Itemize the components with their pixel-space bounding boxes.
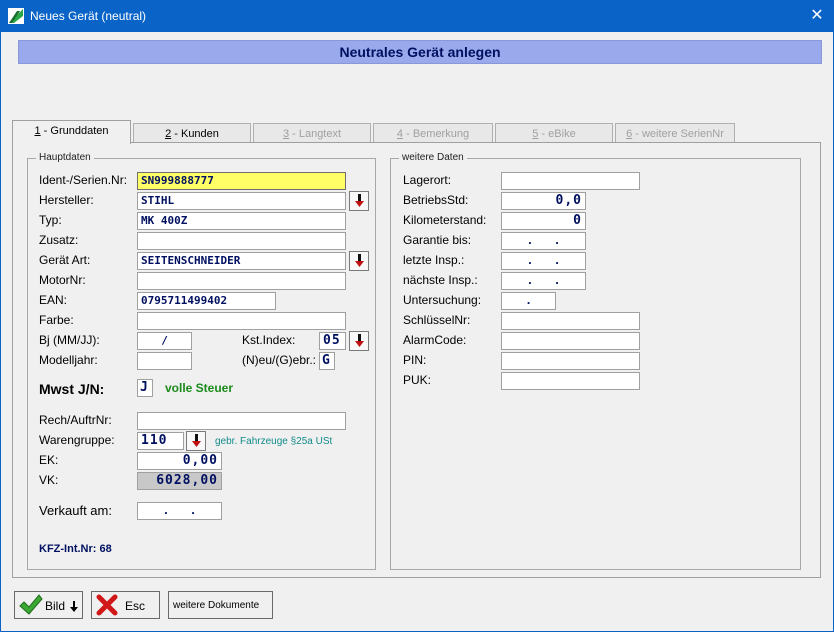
rech-input[interactable] (137, 412, 346, 430)
tab-grunddaten[interactable]: 1 - Grunddaten (12, 120, 131, 144)
typ-input[interactable]: MK 400Z (137, 212, 346, 230)
warengruppe-note: gebr. Fahrzeuge §25a USt (215, 436, 333, 447)
esc-button[interactable]: Esc (91, 591, 160, 619)
tab-ebike[interactable]: 5 - eBike (495, 123, 613, 143)
garantie-input[interactable]: . . (501, 232, 586, 250)
ident-input[interactable]: SN999888777 (137, 172, 346, 190)
letzte-insp-label: letzte Insp.: (403, 253, 465, 267)
esc-label: Esc (125, 599, 146, 613)
arrow-down-icon (355, 334, 364, 347)
modelljahr-input[interactable] (137, 352, 192, 370)
motornr-input[interactable] (137, 272, 346, 290)
tab-label: - Grunddaten (40, 125, 109, 137)
schluesselnr-input[interactable] (501, 312, 640, 330)
ek-input[interactable]: 0,00 (137, 452, 222, 470)
hersteller-input[interactable]: STIHL (137, 192, 346, 210)
neu-gebr-label: (N)eu/(G)ebr.: (242, 353, 317, 367)
tab-bemerkung[interactable]: 4 - Bemerkung (373, 123, 493, 143)
arrow-down-icon (70, 601, 78, 612)
hersteller-dropdown-button[interactable] (349, 191, 369, 211)
kilometerstand-label: Kilometerstand: (403, 213, 487, 227)
warengruppe-label: Warengruppe: (39, 433, 115, 447)
untersuchung-label: Untersuchung: (403, 293, 482, 307)
tab-label: - weitere SerienNr (632, 128, 724, 140)
weitere-dokumente-button[interactable]: weitere Dokumente (168, 591, 273, 619)
geraet-art-input[interactable]: SEITENSCHNEIDER (137, 252, 346, 270)
geraet-art-dropdown-button[interactable] (349, 251, 369, 271)
farbe-input[interactable] (137, 312, 346, 330)
verkauft-input[interactable]: . . (137, 502, 222, 520)
app-logo-icon (8, 8, 24, 24)
farbe-label: Farbe: (39, 313, 74, 327)
schluesselnr-label: SchlüsselNr: (403, 313, 471, 327)
modelljahr-label: Modelljahr: (39, 353, 98, 367)
tab-label: - Kunden (171, 128, 219, 140)
cancel-x-icon (96, 594, 118, 616)
lagerort-label: Lagerort: (403, 173, 452, 187)
tab-langtext[interactable]: 3 - Langtext (253, 123, 371, 143)
naechste-insp-label: nächste Insp.: (403, 273, 478, 287)
alarmcode-label: AlarmCode: (403, 333, 467, 347)
window-title: Neues Gerät (neutral) (30, 9, 147, 23)
zusatz-input[interactable] (137, 232, 346, 250)
typ-label: Typ: (39, 213, 62, 227)
letzte-insp-input[interactable]: . . (501, 252, 586, 270)
title-bar: Neues Gerät (neutral) ✕ (0, 0, 834, 32)
arrow-down-icon (192, 434, 201, 447)
bj-input[interactable]: / (137, 332, 192, 350)
warengruppe-input[interactable]: 110 (137, 432, 184, 450)
tab-label: - Langtext (289, 128, 342, 140)
puk-label: PUK: (403, 373, 432, 387)
geraet-art-label: Gerät Art: (39, 253, 91, 267)
arrow-down-icon (355, 194, 364, 207)
bild-button[interactable]: Bild (14, 591, 83, 619)
untersuchung-input[interactable]: . (501, 292, 556, 310)
alarmcode-input[interactable] (501, 332, 640, 350)
kst-index-label: Kst.Index: (242, 333, 296, 347)
neu-gebr-input[interactable]: G (319, 352, 335, 370)
tab-label: - eBike (538, 128, 576, 140)
warengruppe-dropdown-button[interactable] (186, 431, 206, 451)
bild-label: Bild (45, 599, 66, 613)
bj-label: Bj (MM/JJ): (39, 333, 100, 347)
naechste-insp-input[interactable]: . . (501, 272, 586, 290)
kst-index-dropdown-button[interactable] (349, 331, 369, 351)
kilometerstand-input[interactable]: 0 (501, 212, 586, 230)
pin-input[interactable] (501, 352, 640, 370)
tab-kunden[interactable]: 2 - Kunden (133, 123, 251, 143)
kfz-int-nr: KFZ-Int.Nr: 68 (39, 543, 112, 555)
vk-label: VK: (39, 473, 59, 487)
motornr-label: MotorNr: (39, 273, 86, 287)
ean-label: EAN: (39, 293, 68, 307)
zusatz-label: Zusatz: (39, 233, 79, 247)
lagerort-input[interactable] (501, 172, 640, 190)
kst-index-input[interactable]: 05 (319, 332, 346, 350)
close-icon[interactable]: ✕ (800, 0, 834, 32)
group-title: Hauptdaten (36, 152, 94, 163)
tab-weitere-seriennr[interactable]: 6 - weitere SerienNr (615, 123, 735, 143)
rech-label: Rech/AuftrNr: (39, 413, 112, 427)
verkauft-label: Verkauft am: (39, 503, 112, 518)
arrow-down-icon (355, 254, 364, 267)
mwst-input[interactable]: J (137, 379, 153, 397)
vk-input[interactable]: 6028,00 (137, 472, 222, 490)
group-title: weitere Daten (399, 152, 467, 163)
weitere-dokumente-label: weitere Dokumente (173, 600, 260, 611)
ek-label: EK: (39, 453, 59, 467)
puk-input[interactable] (501, 372, 640, 390)
garantie-label: Garantie bis: (403, 233, 472, 247)
betriebsstd-label: BetriebsStd: (403, 193, 469, 207)
ident-label: Ident-/Serien.Nr: (39, 173, 128, 187)
checkmark-icon (19, 594, 43, 615)
mwst-note: volle Steuer (165, 381, 234, 395)
tab-label: - Bemerkung (403, 128, 470, 140)
mwst-label: Mwst J/N: (39, 381, 105, 397)
pin-label: PIN: (403, 353, 427, 367)
page-title: Neutrales Gerät anlegen (18, 40, 822, 64)
ean-input[interactable]: 0795711499402 (137, 292, 276, 310)
betriebsstd-input[interactable]: 0,0 (501, 192, 586, 210)
hersteller-label: Hersteller: (39, 193, 94, 207)
